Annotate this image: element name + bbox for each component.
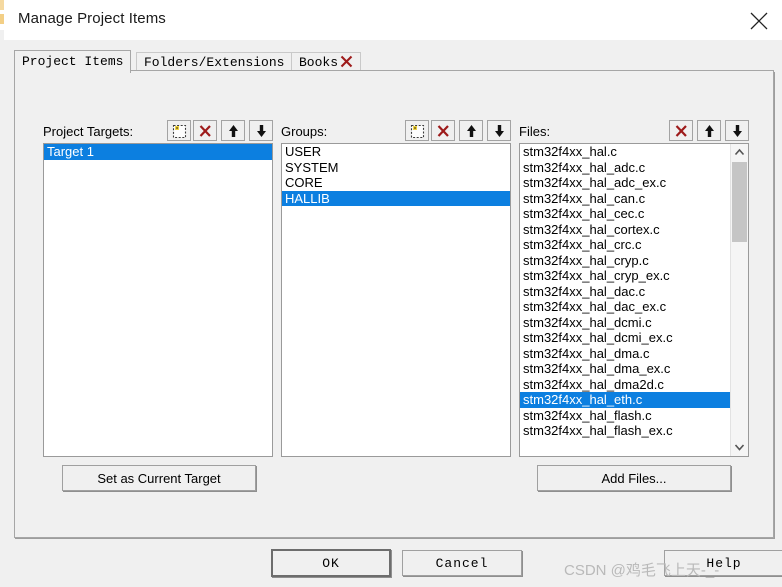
arrow-down-icon: [257, 125, 266, 137]
arrow-down-icon: [495, 125, 504, 137]
project-targets-new-button[interactable]: [167, 120, 191, 141]
project-targets-listbox[interactable]: Target 1: [43, 143, 273, 457]
project-targets-move-down-button[interactable]: [249, 120, 273, 141]
list-item[interactable]: stm32f4xx_hal_dac_ex.c: [520, 299, 730, 315]
tab-books-label: Books: [299, 55, 339, 70]
close-icon: [750, 12, 768, 30]
dialog-body: Project Items Folders/Extensions Books P…: [4, 40, 782, 587]
list-item[interactable]: stm32f4xx_hal_cortex.c: [520, 222, 730, 238]
tab-project-items[interactable]: Project Items: [14, 50, 132, 73]
list-item[interactable]: stm32f4xx_hal_cryp.c: [520, 253, 730, 269]
list-item[interactable]: stm32f4xx_hal_cryp_ex.c: [520, 268, 730, 284]
files-list: stm32f4xx_hal.c stm32f4xx_hal_adc.c stm32f…: [520, 144, 730, 456]
arrow-up-icon: [229, 125, 238, 137]
list-item[interactable]: stm32f4xx_hal_flash_ex.c: [520, 423, 730, 439]
list-item[interactable]: stm32f4xx_hal_can.c: [520, 191, 730, 207]
tab-folders-extensions-label: Folders/Extensions: [144, 55, 285, 70]
close-button[interactable]: [736, 0, 782, 40]
arrow-up-icon: [705, 125, 714, 137]
set-as-current-target-button[interactable]: Set as Current Target: [62, 465, 256, 491]
files-listbox[interactable]: stm32f4xx_hal.c stm32f4xx_hal_adc.c stm32f…: [519, 143, 749, 457]
list-item[interactable]: stm32f4xx_hal_dac.c: [520, 284, 730, 300]
ok-button[interactable]: OK: [271, 549, 391, 577]
project-targets-list: Target 1: [44, 144, 272, 456]
arrow-up-icon: [467, 125, 476, 137]
list-item[interactable]: SYSTEM: [282, 160, 510, 176]
project-targets-label: Project Targets:: [43, 124, 134, 139]
groups-list: USER SYSTEM CORE HALLIB: [282, 144, 510, 456]
delete-icon: [675, 125, 687, 137]
list-item[interactable]: stm32f4xx_hal_eth.c: [520, 392, 730, 408]
close-x-icon: [340, 55, 353, 68]
groups-listbox[interactable]: USER SYSTEM CORE HALLIB: [281, 143, 511, 457]
files-scroll-up-button[interactable]: [731, 144, 748, 161]
chevron-down-icon: [734, 444, 745, 451]
tab-project-items-label: Project Items: [22, 54, 124, 69]
project-targets-move-up-button[interactable]: [221, 120, 245, 141]
tab-strip: Project Items Folders/Extensions Books: [14, 50, 776, 73]
list-item[interactable]: HALLIB: [282, 190, 510, 206]
list-item[interactable]: stm32f4xx_hal_cec.c: [520, 206, 730, 222]
tab-panel-project-items: Project Targets: Target 1 Set as Current…: [14, 71, 774, 538]
list-item[interactable]: stm32f4xx_hal_flash.c: [520, 408, 730, 424]
list-item[interactable]: stm32f4xx_hal_dcmi.c: [520, 315, 730, 331]
list-item[interactable]: CORE: [282, 175, 510, 191]
arrow-down-icon: [733, 125, 742, 137]
tab-books[interactable]: Books: [291, 52, 362, 72]
list-item[interactable]: USER: [282, 144, 510, 160]
new-item-icon: [410, 124, 425, 139]
files-scroll-thumb[interactable]: [732, 162, 747, 242]
files-delete-button[interactable]: [669, 120, 693, 141]
files-scroll-down-button[interactable]: [731, 439, 748, 456]
list-item[interactable]: stm32f4xx_hal.c: [520, 144, 730, 160]
list-item[interactable]: stm32f4xx_hal_dma.c: [520, 346, 730, 362]
groups-label: Groups:: [281, 124, 328, 139]
manage-project-items-dialog: Manage Project Items Project Items Folde…: [0, 0, 782, 587]
chevron-up-icon: [734, 148, 745, 156]
help-button[interactable]: Help: [664, 550, 782, 576]
files-scrollbar[interactable]: [730, 144, 748, 456]
window-title: Manage Project Items: [18, 10, 166, 27]
groups-move-down-button[interactable]: [487, 120, 511, 141]
title-bar: Manage Project Items: [4, 0, 782, 40]
list-item[interactable]: stm32f4xx_hal_dcmi_ex.c: [520, 330, 730, 346]
groups-move-up-button[interactable]: [459, 120, 483, 141]
delete-icon: [199, 125, 211, 137]
list-item[interactable]: Target 1: [44, 144, 272, 160]
groups-new-button[interactable]: [405, 120, 429, 141]
list-item[interactable]: stm32f4xx_hal_dma2d.c: [520, 377, 730, 393]
list-item[interactable]: stm32f4xx_hal_adc.c: [520, 160, 730, 176]
list-item[interactable]: stm32f4xx_hal_dma_ex.c: [520, 361, 730, 377]
project-targets-delete-button[interactable]: [193, 120, 217, 141]
cancel-button[interactable]: Cancel: [402, 550, 522, 576]
groups-delete-button[interactable]: [431, 120, 455, 141]
new-item-icon: [172, 124, 187, 139]
list-item[interactable]: stm32f4xx_hal_crc.c: [520, 237, 730, 253]
files-move-up-button[interactable]: [697, 120, 721, 141]
files-move-down-button[interactable]: [725, 120, 749, 141]
delete-icon: [437, 125, 449, 137]
list-item[interactable]: stm32f4xx_hal_adc_ex.c: [520, 175, 730, 191]
tab-folders-extensions[interactable]: Folders/Extensions: [136, 52, 293, 72]
add-files-button[interactable]: Add Files...: [537, 465, 731, 491]
files-label: Files:: [519, 124, 551, 139]
